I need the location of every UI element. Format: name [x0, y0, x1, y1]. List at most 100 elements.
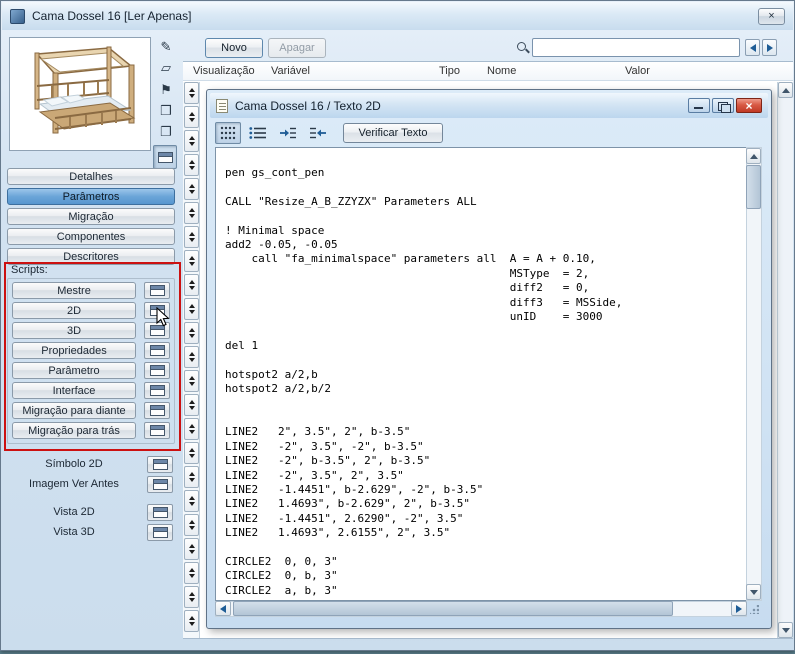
sidebar-item-parametros[interactable]: Parâmetros: [7, 188, 175, 205]
sidebar-item-detalhes[interactable]: Detalhes: [7, 168, 175, 185]
arrow-up-icon: [782, 88, 790, 93]
find-next-button[interactable]: [762, 39, 777, 56]
row-reorder-handle[interactable]: [184, 514, 199, 536]
row-reorder-handle[interactable]: [184, 466, 199, 488]
row-reorder-handle[interactable]: [184, 322, 199, 344]
line-list-button[interactable]: [245, 122, 271, 144]
arrow-up-icon: [189, 136, 195, 140]
maximize-button[interactable]: [712, 98, 734, 113]
gdl-script-text: pen gs_cont_pen CALL "Resize_A_B_ZZYZX" …: [216, 148, 746, 598]
horizontal-scroll-thumb[interactable]: [233, 601, 673, 616]
new-button[interactable]: Novo: [205, 38, 263, 58]
open-imagem-ver-antes-window-button[interactable]: [147, 476, 173, 493]
scroll-up-button[interactable]: [778, 82, 793, 98]
scroll-up-button[interactable]: [746, 148, 761, 164]
preview-window-button[interactable]: [153, 145, 177, 169]
sidebar-item-descritores[interactable]: Descritores: [7, 248, 175, 265]
row-reorder-handle[interactable]: [184, 130, 199, 152]
row-reorder-handle[interactable]: [184, 154, 199, 176]
editor-close-button[interactable]: ×: [736, 98, 762, 113]
search-input[interactable]: [532, 38, 740, 57]
script-button-3d[interactable]: 3D: [12, 322, 136, 339]
delete-button[interactable]: Apagar: [268, 38, 326, 58]
open-interface-window-button[interactable]: [144, 382, 170, 399]
script-button-migracao-diante[interactable]: Migração para diante: [12, 402, 136, 419]
open-simbolo-2d-window-button[interactable]: [147, 456, 173, 473]
wire-view-button[interactable]: ❐: [155, 122, 177, 141]
editor-titlebar[interactable]: Cama Dossel 16 / Texto 2D ×: [210, 93, 768, 118]
open-vista-3d-window-button[interactable]: [147, 524, 173, 541]
arrow-up-icon: [189, 88, 195, 92]
open-propriedades-window-button[interactable]: [144, 342, 170, 359]
arrow-up-icon: [189, 112, 195, 116]
open-migracao-tras-window-button[interactable]: [144, 422, 170, 439]
row-reorder-handle[interactable]: [184, 538, 199, 560]
cube-icon: ❒: [160, 103, 172, 119]
row-reorder-handle[interactable]: [184, 370, 199, 392]
row-reorder-handle[interactable]: [184, 586, 199, 608]
editor-vertical-scrollbar[interactable]: [746, 147, 762, 601]
arrow-right-icon: [736, 605, 742, 613]
row-reorder-handle[interactable]: [184, 490, 199, 512]
arrow-down-icon: [189, 286, 195, 290]
row-reorder-handle[interactable]: [184, 610, 199, 632]
script-row-3d: 3D: [12, 322, 170, 339]
arrow-down-icon: [189, 454, 195, 458]
main-titlebar[interactable]: Cama Dossel 16 [Ler Apenas] ×: [2, 2, 793, 30]
row-reorder-handle[interactable]: [184, 250, 199, 272]
vertical-scroll-thumb[interactable]: [746, 165, 761, 209]
row-reorder-handle[interactable]: [184, 418, 199, 440]
script-button-parametro[interactable]: Parâmetro: [12, 362, 136, 379]
arrow-down-icon: [189, 166, 195, 170]
arrow-down-icon: [189, 214, 195, 218]
script-button-interface[interactable]: Interface: [12, 382, 136, 399]
outdent-button[interactable]: [305, 122, 331, 144]
sidebar-item-componentes[interactable]: Componentes: [7, 228, 175, 245]
flag-tool-button[interactable]: ⚑: [155, 80, 177, 99]
list-vertical-scrollbar[interactable]: [777, 82, 793, 638]
row-reorder-handle[interactable]: [184, 226, 199, 248]
script-button-migracao-tras[interactable]: Migração para trás: [12, 422, 136, 439]
scroll-left-button[interactable]: [215, 601, 231, 616]
open-parametro-window-button[interactable]: [144, 362, 170, 379]
arrow-out-of-lines-icon: [309, 126, 327, 140]
simbolo-2d-label: Símbolo 2D: [7, 458, 141, 470]
script-button-2d[interactable]: 2D: [12, 302, 136, 319]
solid-view-button[interactable]: ❒: [155, 101, 177, 120]
scroll-down-button[interactable]: [778, 622, 793, 638]
row-reorder-handle[interactable]: [184, 178, 199, 200]
row-reorder-handle[interactable]: [184, 202, 199, 224]
minimize-button[interactable]: [688, 98, 710, 113]
scroll-down-button[interactable]: [746, 584, 761, 600]
arrow-up-icon: [189, 376, 195, 380]
script-view-toggle-button[interactable]: [215, 122, 241, 144]
scripts-group-label: Scripts:: [11, 264, 48, 276]
verify-text-button[interactable]: Verificar Texto: [343, 123, 443, 143]
row-reorder-handle[interactable]: [184, 562, 199, 584]
scroll-right-button[interactable]: [731, 601, 747, 616]
sidebar-item-migracao[interactable]: Migração: [7, 208, 175, 225]
open-mestre-window-button[interactable]: [144, 282, 170, 299]
window-icon: [150, 405, 165, 416]
row-reorder-handle[interactable]: [184, 298, 199, 320]
plane-tool-button[interactable]: ▱: [155, 58, 177, 77]
script-button-propriedades[interactable]: Propriedades: [12, 342, 136, 359]
find-previous-button[interactable]: [745, 39, 760, 56]
editor-horizontal-scrollbar[interactable]: [215, 601, 747, 617]
row-reorder-handle[interactable]: [184, 274, 199, 296]
indent-button[interactable]: [275, 122, 301, 144]
open-vista-2d-window-button[interactable]: [147, 504, 173, 521]
row-reorder-handle[interactable]: [184, 82, 199, 104]
row-reorder-handle[interactable]: [184, 346, 199, 368]
row-reorder-handle[interactable]: [184, 394, 199, 416]
open-2d-window-button[interactable]: [144, 302, 170, 319]
code-editor[interactable]: pen gs_cont_pen CALL "Resize_A_B_ZZYZX" …: [215, 147, 747, 601]
script-button-mestre[interactable]: Mestre: [12, 282, 136, 299]
open-migracao-diante-window-button[interactable]: [144, 402, 170, 419]
row-reorder-handle[interactable]: [184, 106, 199, 128]
row-reorder-handle[interactable]: [184, 442, 199, 464]
open-3d-window-button[interactable]: [144, 322, 170, 339]
resize-grip[interactable]: [746, 601, 762, 617]
close-button[interactable]: ×: [758, 8, 785, 25]
pencil-tool-button[interactable]: ✎: [155, 37, 177, 56]
